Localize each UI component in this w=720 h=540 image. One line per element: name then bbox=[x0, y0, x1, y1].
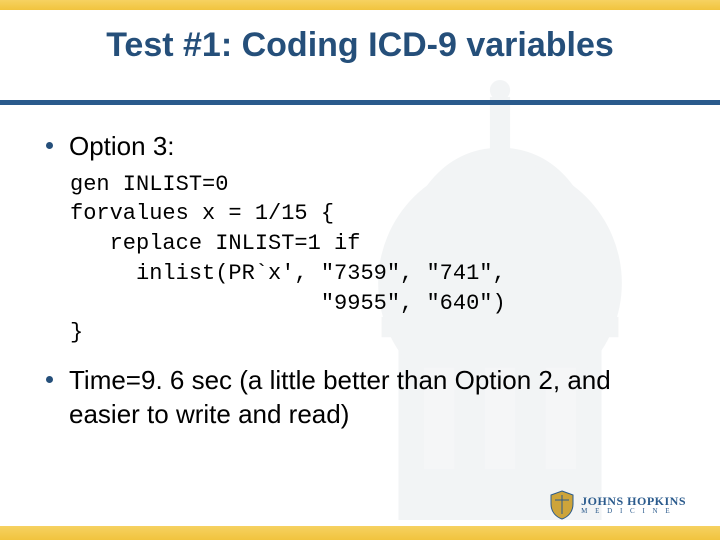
slide-body: Option 3: gen INLIST=0 forvalues x = 1/1… bbox=[46, 130, 680, 438]
title-area: Test #1: Coding ICD-9 variables bbox=[0, 26, 720, 65]
bullet-time-text: Time=9. 6 sec (a little better than Opti… bbox=[69, 364, 680, 432]
bullet-dot-icon bbox=[46, 142, 53, 149]
code-block: gen INLIST=0 forvalues x = 1/15 { replac… bbox=[70, 170, 680, 348]
bullet-dot-icon bbox=[46, 376, 53, 383]
logo-text: JOHNS HOPKINS M E D I C I N E bbox=[581, 495, 686, 515]
top-accent-bar bbox=[0, 0, 720, 10]
footer-logo: JOHNS HOPKINS M E D I C I N E bbox=[549, 490, 686, 520]
bottom-accent-bar bbox=[0, 526, 720, 540]
slide-title: Test #1: Coding ICD-9 variables bbox=[0, 26, 720, 65]
bullet-time: Time=9. 6 sec (a little better than Opti… bbox=[46, 364, 680, 432]
logo-line1: JOHNS HOPKINS bbox=[581, 495, 686, 508]
bullet-option: Option 3: bbox=[46, 130, 680, 164]
slide: Test #1: Coding ICD-9 variables Option 3… bbox=[0, 0, 720, 540]
title-underline bbox=[0, 100, 720, 105]
logo-line2: M E D I C I N E bbox=[581, 508, 686, 515]
bullet-option-text: Option 3: bbox=[69, 130, 680, 164]
shield-icon bbox=[549, 490, 575, 520]
